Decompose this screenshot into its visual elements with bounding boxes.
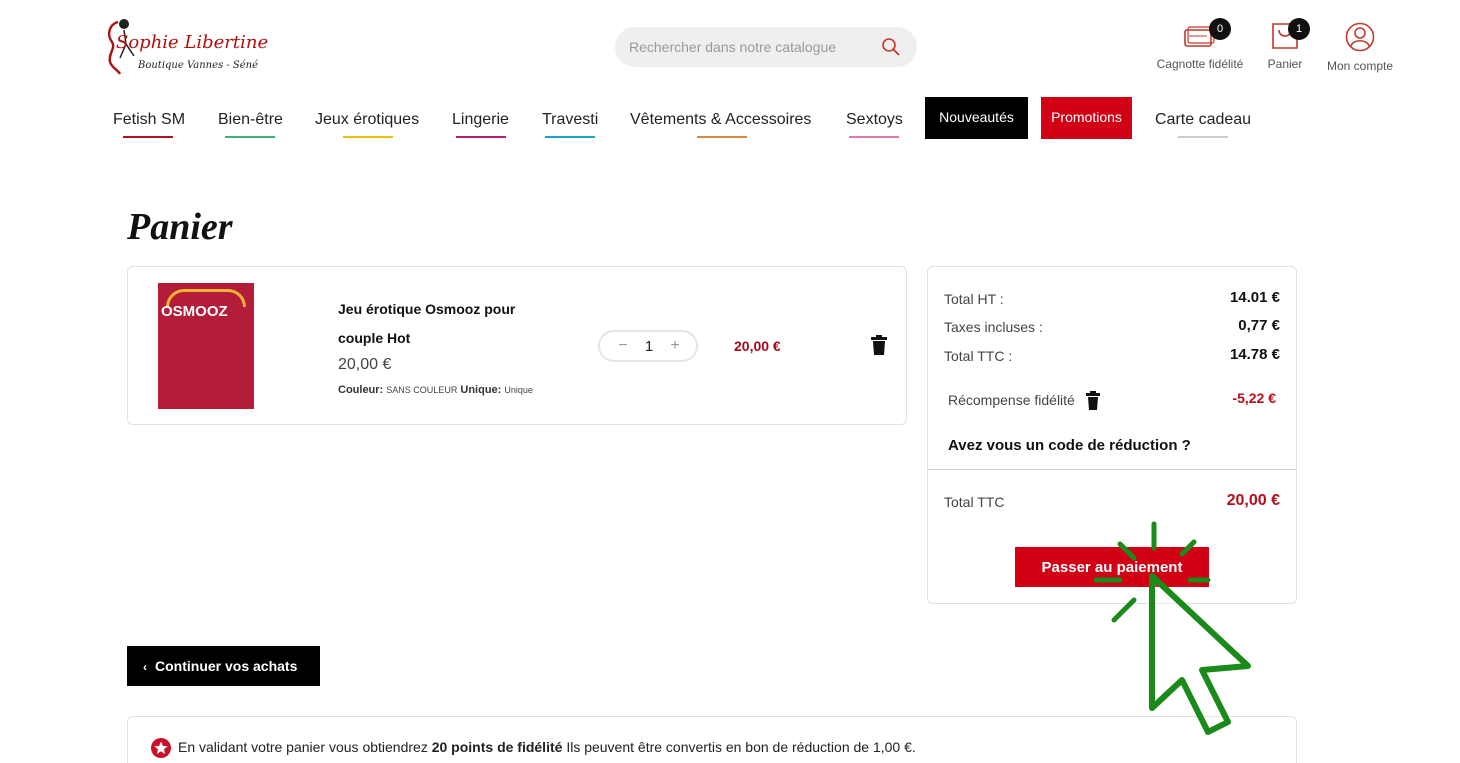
- attr-unique-label: Unique:: [460, 384, 502, 396]
- total-ht-label: Total HT :: [944, 291, 1004, 307]
- chevron-left-icon: ‹: [143, 660, 147, 674]
- product-image-brand: OSMOOZ: [161, 303, 228, 320]
- summary-total-ttc: Total TTC : 14.78 €: [944, 346, 1280, 364]
- quantity-stepper: − +: [598, 330, 698, 362]
- nav-label: Sextoys: [846, 111, 903, 128]
- logo-subtitle: Boutique Vannes - Séné: [138, 60, 259, 71]
- nav-underline: [343, 136, 393, 138]
- search-bar: [615, 27, 917, 67]
- total-ttc-label: Total TTC :: [944, 348, 1013, 364]
- summary-final-total: Total TTC 20,00 €: [944, 492, 1280, 510]
- cart-item-card: OSMOOZ Jeu érotique Osmooz pour couple H…: [127, 266, 907, 425]
- promo-code-toggle[interactable]: Avez vous un code de réduction ?: [948, 437, 1191, 454]
- loyalty-text-after: Ils peuvent être convertis en bon de réd…: [566, 739, 916, 755]
- reward-label: Récompense fidélité: [948, 392, 1075, 408]
- final-total-label: Total TTC: [944, 494, 1005, 510]
- taxes-label: Taxes incluses :: [944, 319, 1043, 335]
- loyalty-text-before: En validant votre panier vous obtiendrez: [178, 739, 428, 755]
- summary-total-ht: Total HT : 14.01 €: [944, 289, 1280, 307]
- product-attributes: Couleur: SANS COULEUR Unique: Unique: [338, 384, 533, 396]
- line-total: 20,00 €: [734, 338, 781, 354]
- quantity-input[interactable]: [636, 336, 662, 356]
- product-name[interactable]: Jeu érotique Osmooz pour couple Hot: [338, 295, 558, 353]
- page-title: Panier: [127, 206, 233, 248]
- continue-shopping-label: Continuer vos achats: [155, 658, 298, 674]
- increase-quantity-button[interactable]: +: [666, 336, 684, 356]
- cagnotte-link[interactable]: 0 Cagnotte fidélité: [1155, 18, 1245, 71]
- total-ht-value: 14.01 €: [1229, 289, 1280, 306]
- nav-label: Vêtements & Accessoires: [630, 111, 812, 128]
- nav-underline: [849, 136, 899, 138]
- attr-color-label: Couleur:: [338, 384, 384, 396]
- nav-label: Bien-être: [218, 111, 283, 128]
- summary-reward: Récompense fidélité -5,22 €: [948, 390, 1276, 408]
- decrease-quantity-button[interactable]: −: [614, 336, 632, 356]
- nav-underline: [1178, 136, 1228, 138]
- total-ttc-value: 14.78 €: [1229, 346, 1280, 363]
- nav-underline: [456, 136, 506, 138]
- attr-unique-value: Unique: [504, 385, 533, 395]
- nav-label: Travesti: [542, 111, 599, 128]
- order-summary: Total HT : 14.01 € Taxes incluses : 0,77…: [927, 266, 1297, 604]
- user-icon: [1345, 22, 1375, 52]
- nav-label: Jeux érotiques: [315, 111, 420, 128]
- nav-nouveautes[interactable]: Nouveautés: [925, 97, 1028, 139]
- loyalty-points: 20 points de fidélité: [431, 739, 563, 755]
- star-icon: [151, 738, 171, 758]
- continue-shopping-button[interactable]: ‹ Continuer vos achats: [127, 646, 320, 686]
- reward-value: -5,22 €: [1232, 390, 1276, 406]
- nav-underline: [225, 136, 275, 138]
- main-nav: Fetish SM Bien-être Jeux érotiques Linge…: [0, 96, 1460, 142]
- product-image[interactable]: OSMOOZ: [158, 283, 254, 409]
- final-total-value: 20,00 €: [1226, 492, 1280, 509]
- remove-reward-icon[interactable]: [1086, 391, 1100, 410]
- loyalty-info: En validant votre panier vous obtiendrez…: [127, 716, 1297, 763]
- delete-item-icon[interactable]: [870, 335, 888, 355]
- cagnotte-label: Cagnotte fidélité: [1156, 57, 1244, 71]
- nav-underline: [123, 136, 173, 138]
- taxes-value: 0,77 €: [1238, 317, 1280, 334]
- cart-label: Panier: [1267, 57, 1303, 71]
- summary-divider: [928, 469, 1296, 470]
- cagnotte-badge: 0: [1209, 18, 1231, 40]
- loyalty-text: En validant votre panier vous obtiendrez…: [178, 739, 916, 755]
- cart-link[interactable]: 1 Panier: [1262, 18, 1310, 71]
- search-icon[interactable]: [881, 37, 901, 57]
- search-input[interactable]: [629, 37, 869, 57]
- attr-color-value: SANS COULEUR: [386, 385, 458, 395]
- product-price: 20,00 €: [338, 356, 392, 373]
- nav-label: Carte cadeau: [1155, 111, 1252, 128]
- cart-badge: 1: [1288, 18, 1310, 40]
- logo[interactable]: Sophie Libertine Boutique Vannes - Séné: [104, 14, 274, 80]
- nav-label: Fetish SM: [113, 111, 186, 128]
- account-link[interactable]: Mon compte: [1325, 22, 1395, 73]
- summary-taxes: Taxes incluses : 0,77 €: [944, 317, 1280, 335]
- nav-underline: [697, 136, 747, 138]
- nav-underline: [545, 136, 595, 138]
- account-label: Mon compte: [1326, 59, 1394, 73]
- checkout-button[interactable]: Passer au paiement: [1015, 547, 1209, 587]
- nav-promotions[interactable]: Promotions: [1041, 97, 1132, 139]
- logo-title: Sophie Libertine: [116, 32, 269, 53]
- nav-label: Lingerie: [452, 111, 509, 128]
